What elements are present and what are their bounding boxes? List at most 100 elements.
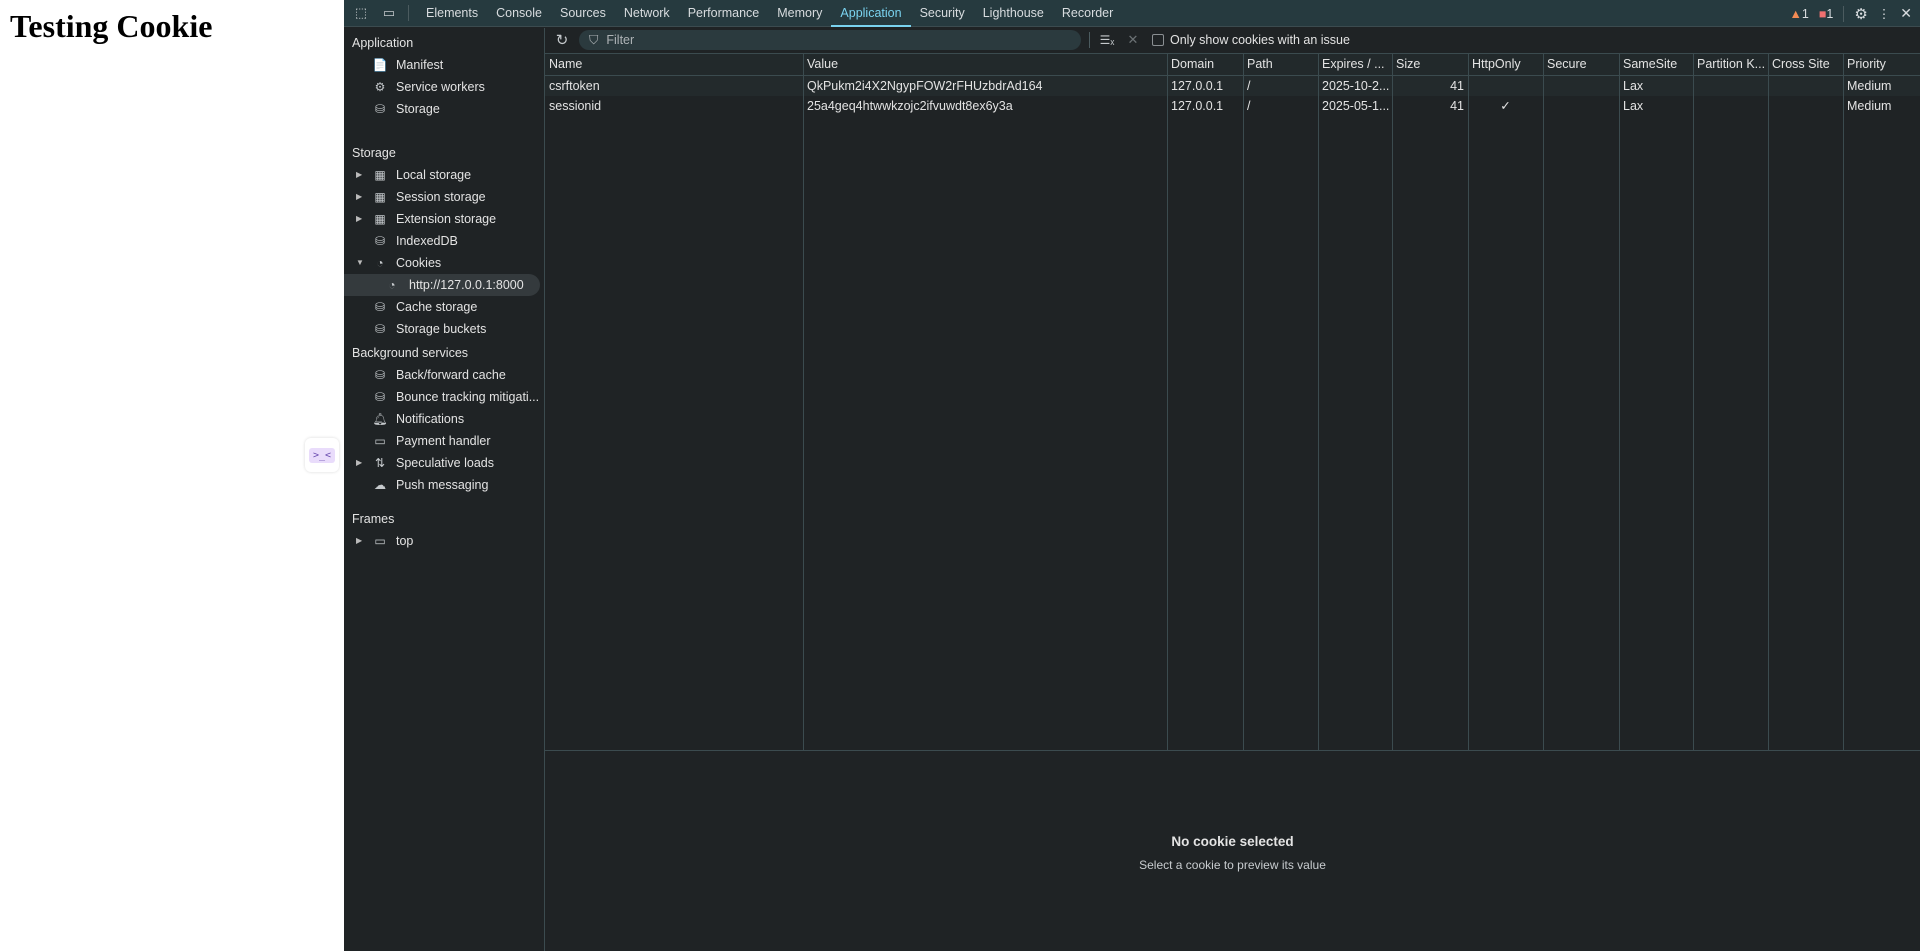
inspect-element-icon[interactable]: ⬚ <box>350 5 372 21</box>
sidebar-item-top[interactable]: ▶ ▭ top <box>344 530 540 552</box>
sidebar-item-cache-storage[interactable]: ⛁ Cache storage <box>344 296 540 318</box>
cell-size: 41 <box>1450 99 1464 113</box>
dock-icon: >_< <box>308 447 336 463</box>
clear-all-cookies-icon[interactable]: ☰ₓ <box>1098 33 1116 47</box>
sidebar-item-indexeddb[interactable]: ⛁ IndexedDB <box>344 230 540 252</box>
column-header-size[interactable]: Size <box>1392 54 1468 75</box>
column-divider[interactable] <box>1693 54 1694 750</box>
cell-expires: 2025-10-2... <box>1322 79 1390 93</box>
tab-application[interactable]: Application <box>831 0 911 27</box>
tab-console[interactable]: Console <box>487 0 551 27</box>
tab-security[interactable]: Security <box>911 0 974 27</box>
database-icon: ⛁ <box>374 234 386 248</box>
sidebar-item-label: Manifest <box>396 58 444 72</box>
column-header-name[interactable]: Name <box>545 54 803 75</box>
column-divider[interactable] <box>1843 54 1844 750</box>
column-header-path[interactable]: Path <box>1243 54 1318 75</box>
column-header-samesite[interactable]: SameSite <box>1619 54 1693 75</box>
sidebar-item-label: Storage <box>396 102 440 116</box>
cell-partition-k <box>1693 96 1768 117</box>
column-divider[interactable] <box>1392 54 1393 750</box>
tab-elements[interactable]: Elements <box>417 0 487 27</box>
cookie-icon: ◔ <box>376 256 384 270</box>
device-toolbar-icon[interactable]: ▭ <box>378 5 400 21</box>
column-header-partition-k[interactable]: Partition K... <box>1693 54 1768 75</box>
column-header-expires[interactable]: Expires / ... <box>1318 54 1392 75</box>
column-divider[interactable] <box>1543 54 1544 750</box>
cookie-icon: ◔ <box>388 278 396 292</box>
tab-performance[interactable]: Performance <box>679 0 769 27</box>
column-divider[interactable] <box>1243 54 1244 750</box>
warnings-badge[interactable]: ▲1 <box>1789 7 1808 21</box>
cell-path: / <box>1247 99 1251 113</box>
arrows-icon: ⇅ <box>374 456 386 470</box>
sidebar-item-label: Bounce tracking mitigati... <box>396 390 540 404</box>
sidebar-item-storage-buckets[interactable]: ⛁ Storage buckets <box>344 318 540 340</box>
issue-filter-label[interactable]: Only show cookies with an issue <box>1170 33 1350 47</box>
table-row[interactable]: sessionid 25a4geq4htwwkzojc2ifvuwdt8ex6y3… <box>545 96 1920 116</box>
errors-badge[interactable]: ■1 <box>1819 7 1834 21</box>
sidebar-item-bounce-tracking-mitigati[interactable]: ⛁ Bounce tracking mitigati... <box>344 386 540 408</box>
column-header-httponly[interactable]: HttpOnly <box>1468 54 1543 75</box>
column-divider[interactable] <box>1468 54 1469 750</box>
chevron-right-icon[interactable]: ▶ <box>356 208 362 230</box>
close-icon[interactable]: ✕ <box>1900 5 1912 22</box>
chevron-down-icon[interactable]: ▼ <box>356 252 364 274</box>
column-header-priority[interactable]: Priority <box>1843 54 1920 75</box>
chevron-right-icon[interactable]: ▶ <box>356 530 362 552</box>
tab-memory[interactable]: Memory <box>768 0 831 27</box>
divider <box>1089 32 1090 48</box>
tab-recorder[interactable]: Recorder <box>1053 0 1122 27</box>
table-row[interactable]: csrftoken QkPukm2i4X2NgypFOW2rFHUzbdrAd16… <box>545 76 1920 96</box>
sidebar-item-notifications[interactable]: 🔔︎ Notifications <box>344 408 540 430</box>
column-header-secure[interactable]: Secure <box>1543 54 1619 75</box>
column-divider[interactable] <box>1619 54 1620 750</box>
sidebar-item-extension-storage[interactable]: ▶ ▦ Extension storage <box>344 208 540 230</box>
column-header-domain[interactable]: Domain <box>1167 54 1243 75</box>
frame-icon: ▭ <box>374 534 386 548</box>
page-title: Testing Cookie <box>10 8 213 44</box>
sidebar-item-label: Extension storage <box>396 212 497 226</box>
delete-selected-icon[interactable]: ✕ <box>1124 32 1142 48</box>
sidebar-item-http-127-0-0-1-8000[interactable]: ◔ http://127.0.0.1:8000 <box>344 274 540 296</box>
refresh-icon[interactable]: ↻ <box>553 31 571 49</box>
filter-input[interactable]: ⛉ Filter <box>579 30 1081 50</box>
column-divider[interactable] <box>1167 54 1168 750</box>
sidebar-item-label: http://127.0.0.1:8000 <box>409 278 524 292</box>
cell-value: 25a4geq4htwwkzojc2ifvuwdt8ex6y3a <box>807 99 1013 113</box>
more-options-icon[interactable]: ⋮ <box>1878 6 1891 21</box>
tab-lighthouse[interactable]: Lighthouse <box>974 0 1053 27</box>
sidebar-item-local-storage[interactable]: ▶ ▦ Local storage <box>344 164 540 186</box>
column-header-cross-site[interactable]: Cross Site <box>1768 54 1843 75</box>
sidebar-item-push-messaging[interactable]: ☁ Push messaging <box>344 474 540 496</box>
chevron-right-icon[interactable]: ▶ <box>356 186 362 208</box>
sidebar-item-manifest[interactable]: 📄 Manifest <box>344 54 540 76</box>
sidebar-item-cookies[interactable]: ▼ ◔ Cookies <box>344 252 540 274</box>
devtools-dock-button[interactable]: >_< <box>305 438 339 472</box>
cloud-icon: ☁ <box>374 478 386 492</box>
column-divider[interactable] <box>1768 54 1769 750</box>
cell-domain: 127.0.0.1 <box>1171 79 1224 93</box>
sidebar-item-label: Speculative loads <box>396 456 494 470</box>
tab-network[interactable]: Network <box>615 0 679 27</box>
sidebar-item-service-workers[interactable]: ⚙ Service workers <box>344 76 540 98</box>
tab-sources[interactable]: Sources <box>551 0 615 27</box>
column-divider[interactable] <box>1318 54 1319 750</box>
settings-gear-icon[interactable]: ⚙ <box>1854 5 1867 23</box>
file-icon: 📄 <box>372 58 388 72</box>
sidebar-item-back-forward-cache[interactable]: ⛁ Back/forward cache <box>344 364 540 386</box>
issue-filter-checkbox[interactable] <box>1152 34 1164 46</box>
sidebar-item-storage[interactable]: ⛁ Storage <box>344 98 540 120</box>
application-sidebar: Application 📄 Manifest ⚙ Service workers ⛁ Sto… <box>344 28 545 951</box>
divider <box>1843 5 1845 22</box>
chevron-right-icon[interactable]: ▶ <box>356 164 362 186</box>
sidebar-item-payment-handler[interactable]: ▭ Payment handler <box>344 430 540 452</box>
sidebar-item-label: top <box>396 534 414 548</box>
sidebar-item-session-storage[interactable]: ▶ ▦ Session storage <box>344 186 540 208</box>
sidebar-item-speculative-loads[interactable]: ▶ ⇅ Speculative loads <box>344 452 540 474</box>
table-header: Name Value Domain Path Expires / ... Size Http… <box>545 54 1920 76</box>
cookies-table: Name Value Domain Path Expires / ... Size Http… <box>545 54 1920 751</box>
chevron-right-icon[interactable]: ▶ <box>356 452 362 474</box>
column-header-value[interactable]: Value <box>803 54 1167 75</box>
column-divider[interactable] <box>803 54 804 750</box>
